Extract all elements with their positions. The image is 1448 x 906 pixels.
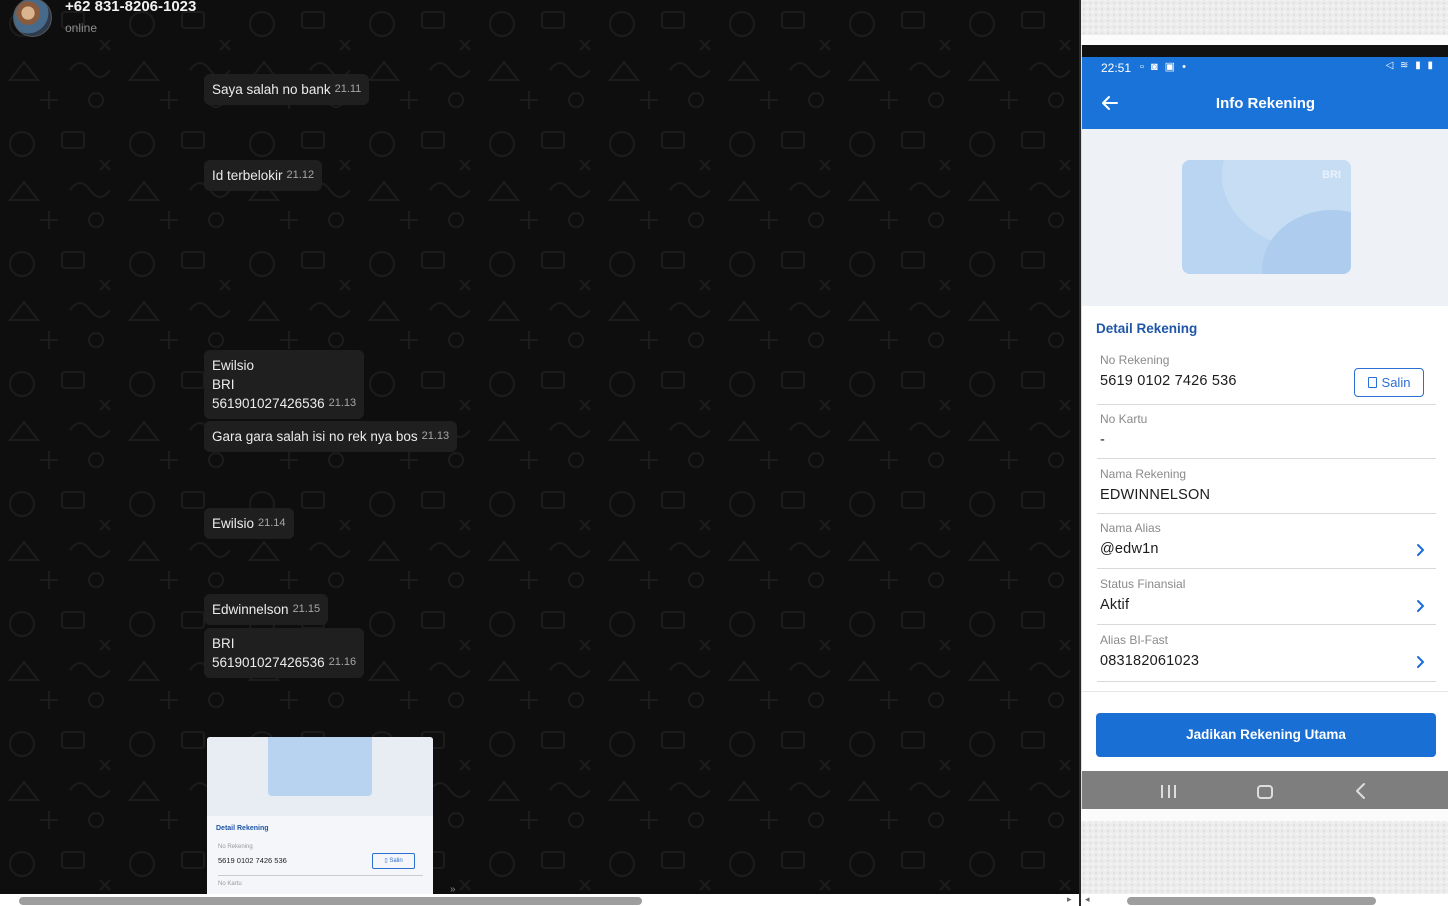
message-text: Id terbelokir: [212, 168, 283, 183]
home-icon[interactable]: [1257, 785, 1273, 799]
thumbnail-field-label-2: No Kartu: [218, 881, 242, 887]
field-bi-fast-alias[interactable]: Alias BI-Fast 083182061023: [1097, 633, 1436, 682]
scroll-right-arrow-icon[interactable]: ▸: [1067, 894, 1072, 905]
contact-status: online: [65, 21, 98, 35]
android-nav-bar: [1082, 771, 1448, 809]
thumbnail-section-title: Detail Rekening: [216, 825, 269, 832]
field-label: Alias BI-Fast: [1100, 633, 1169, 647]
phone-status-bar: 22:51 ▫ ◙ ▣ • ◁ ≋ ▮ ▮: [1082, 57, 1448, 79]
field-value: -: [1100, 432, 1106, 448]
status-time: 22:51: [1101, 61, 1132, 75]
message-text-line: Ewilsio: [212, 358, 255, 373]
app-bar: Info Rekening: [1082, 79, 1448, 129]
message-text: Gara gara salah isi no rek nya bos: [212, 429, 418, 444]
message-bubble[interactable]: Ewilsio BRI 561901027426536 21.13: [204, 350, 365, 419]
chat-header[interactable]: +62 831-8206-1023 online: [0, 0, 1079, 44]
chat-wallpaper-pattern: [0, 0, 1079, 894]
copy-button[interactable]: Salin: [1354, 368, 1424, 397]
chevron-right-icon[interactable]: [1416, 599, 1426, 613]
message-text: Edwinnelson: [212, 602, 289, 617]
message-time: 21.13: [421, 430, 450, 442]
field-value: Aktif: [1100, 597, 1130, 613]
field-label: No Rekening: [1100, 353, 1170, 367]
left-scrollbar-thumb[interactable]: [19, 897, 642, 905]
copy-button-label: Salin: [1381, 375, 1411, 390]
message-text: Ewilsio: [212, 516, 255, 531]
nav-back-icon[interactable]: [1354, 782, 1368, 800]
message-text-line: BRI: [212, 636, 235, 651]
forward-icon[interactable]: »: [450, 884, 456, 894]
message-text-line: 561901027426536: [212, 396, 325, 411]
thumbnail-divider: [218, 875, 423, 876]
page-title: Info Rekening: [1215, 95, 1316, 112]
field-financial-status[interactable]: Status Finansial Aktif: [1097, 577, 1436, 625]
field-label: No Kartu: [1100, 412, 1148, 426]
bank-card: BRI: [1182, 160, 1351, 274]
notification-icons: ▫ ◙ ▣ •: [1140, 61, 1188, 73]
chevron-right-icon[interactable]: [1416, 543, 1426, 557]
field-value: 083182061023: [1100, 653, 1200, 669]
field-label: Nama Alias: [1100, 521, 1161, 535]
scroll-left-arrow-icon[interactable]: ◂: [1085, 894, 1090, 905]
set-primary-account-button[interactable]: Jadikan Rekening Utama: [1096, 713, 1436, 757]
chevron-right-icon[interactable]: [1416, 655, 1426, 669]
thumbnail-copy-button: ▯ Salin: [372, 853, 415, 869]
message-time: 21.11: [334, 83, 362, 95]
message-time: 21.13: [328, 397, 357, 409]
signal-battery-icons: ◁ ≋ ▮ ▮: [1385, 60, 1435, 71]
field-card-number: No Kartu -: [1097, 412, 1436, 459]
right-horizontal-scrollbar[interactable]: ◂: [1081, 894, 1448, 906]
message-text-line: 561901027426536: [212, 655, 325, 670]
message-text-line: BRI: [212, 377, 235, 392]
right-pane-top-band: [1081, 35, 1448, 45]
message-time: 21.15: [292, 603, 321, 615]
message-bubble[interactable]: Edwinnelson 21.15: [204, 594, 329, 625]
message-time: 21.14: [258, 517, 286, 529]
message-text: Saya salah no bank: [212, 82, 331, 97]
contact-name[interactable]: +62 831-8206-1023: [65, 0, 196, 15]
field-account-name: Nama Rekening EDWINNELSON: [1097, 467, 1436, 514]
message-time: 21.16: [328, 656, 357, 668]
thumbnail-field-value: 5619 0102 7426 536: [218, 856, 287, 865]
image-message-thumbnail[interactable]: Detail Rekening No Rekening 5619 0102 74…: [207, 737, 433, 894]
message-bubble[interactable]: Gara gara salah isi no rek nya bos 21.13: [204, 421, 458, 452]
phone-top-edge: [1082, 45, 1448, 57]
bank-logo: BRI: [1322, 169, 1341, 181]
thumbnail-field-label: No Rekening: [218, 844, 253, 850]
phone-screenshot: 22:51 ▫ ◙ ▣ • ◁ ≋ ▮ ▮ Info Rekening BRI …: [1081, 45, 1448, 809]
copy-icon: [1367, 377, 1377, 388]
message-bubble[interactable]: Saya salah no bank 21.11: [204, 74, 370, 105]
message-time: 21.12: [286, 169, 315, 181]
field-label: Status Finansial: [1100, 577, 1186, 591]
message-bubble[interactable]: Ewilsio 21.14: [204, 508, 294, 539]
card-preview-area: BRI: [1082, 129, 1448, 306]
field-value: @edw1n: [1100, 541, 1159, 557]
field-label: Nama Rekening: [1100, 467, 1187, 481]
message-bubble[interactable]: BRI 561901027426536 21.16: [204, 628, 365, 678]
field-value: EDWINNELSON: [1100, 487, 1211, 503]
chat-panel: +62 831-8206-1023 online Saya salah no b…: [0, 0, 1079, 894]
right-pane-bottom-band: [1081, 809, 1448, 821]
section-title: Detail Rekening: [1096, 321, 1198, 336]
contact-avatar[interactable]: [13, 0, 52, 37]
recents-icon[interactable]: [1161, 785, 1176, 798]
right-scrollbar-thumb[interactable]: [1127, 897, 1376, 905]
screen: +62 831-8206-1023 online Saya salah no b…: [0, 0, 1448, 906]
thumbnail-bank-card: [268, 737, 372, 796]
field-alias-name[interactable]: Nama Alias @edw1n: [1097, 521, 1436, 569]
message-bubble[interactable]: Id terbelokir 21.12: [204, 160, 323, 191]
thumbnail-copy-label: Salin: [389, 858, 403, 864]
left-horizontal-scrollbar[interactable]: ▸: [0, 894, 1079, 906]
field-value: 5619 0102 7426 536: [1100, 373, 1237, 389]
